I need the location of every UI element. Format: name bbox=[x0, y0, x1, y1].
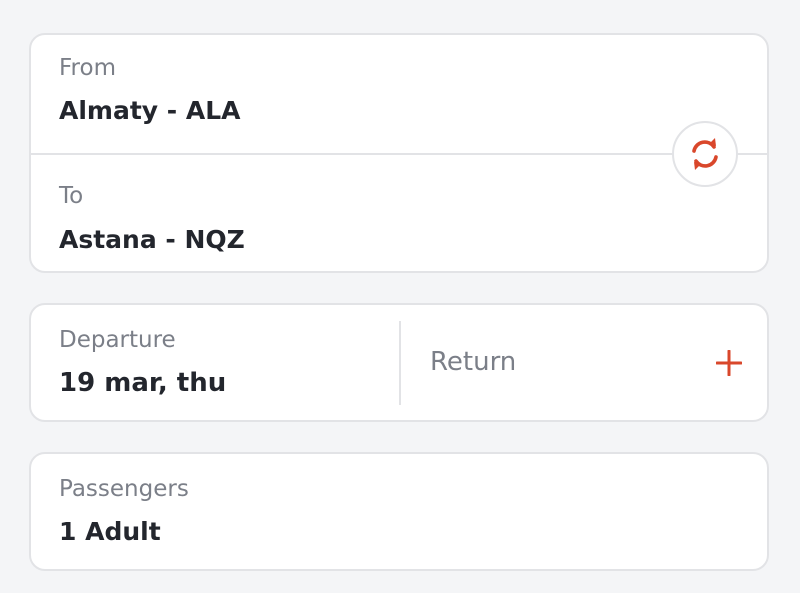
departure-field[interactable]: Departure 19 mar, thu bbox=[31, 305, 401, 420]
swap-button[interactable] bbox=[672, 121, 738, 187]
plus-icon[interactable] bbox=[716, 350, 742, 376]
departure-value: 19 mar, thu bbox=[59, 368, 227, 398]
route-card: From Almaty - ALA To Astana - NQZ bbox=[29, 33, 769, 273]
passengers-card: Passengers 1 Adult bbox=[29, 452, 769, 571]
departure-label: Departure bbox=[59, 327, 176, 353]
return-label: Return bbox=[430, 347, 517, 377]
to-value: Astana - NQZ bbox=[59, 225, 245, 254]
from-label: From bbox=[59, 55, 116, 81]
return-field[interactable]: Return bbox=[401, 305, 767, 420]
from-field[interactable]: From Almaty - ALA bbox=[31, 35, 767, 153]
passengers-label: Passengers bbox=[59, 476, 189, 502]
passengers-field[interactable]: Passengers 1 Adult bbox=[31, 454, 767, 569]
passengers-value: 1 Adult bbox=[59, 517, 161, 546]
from-value: Almaty - ALA bbox=[59, 96, 241, 125]
swap-arrows-icon bbox=[692, 138, 718, 170]
to-field[interactable]: To Astana - NQZ bbox=[31, 155, 767, 273]
to-label: To bbox=[59, 183, 84, 209]
dates-card: Departure 19 mar, thu Return bbox=[29, 303, 769, 422]
